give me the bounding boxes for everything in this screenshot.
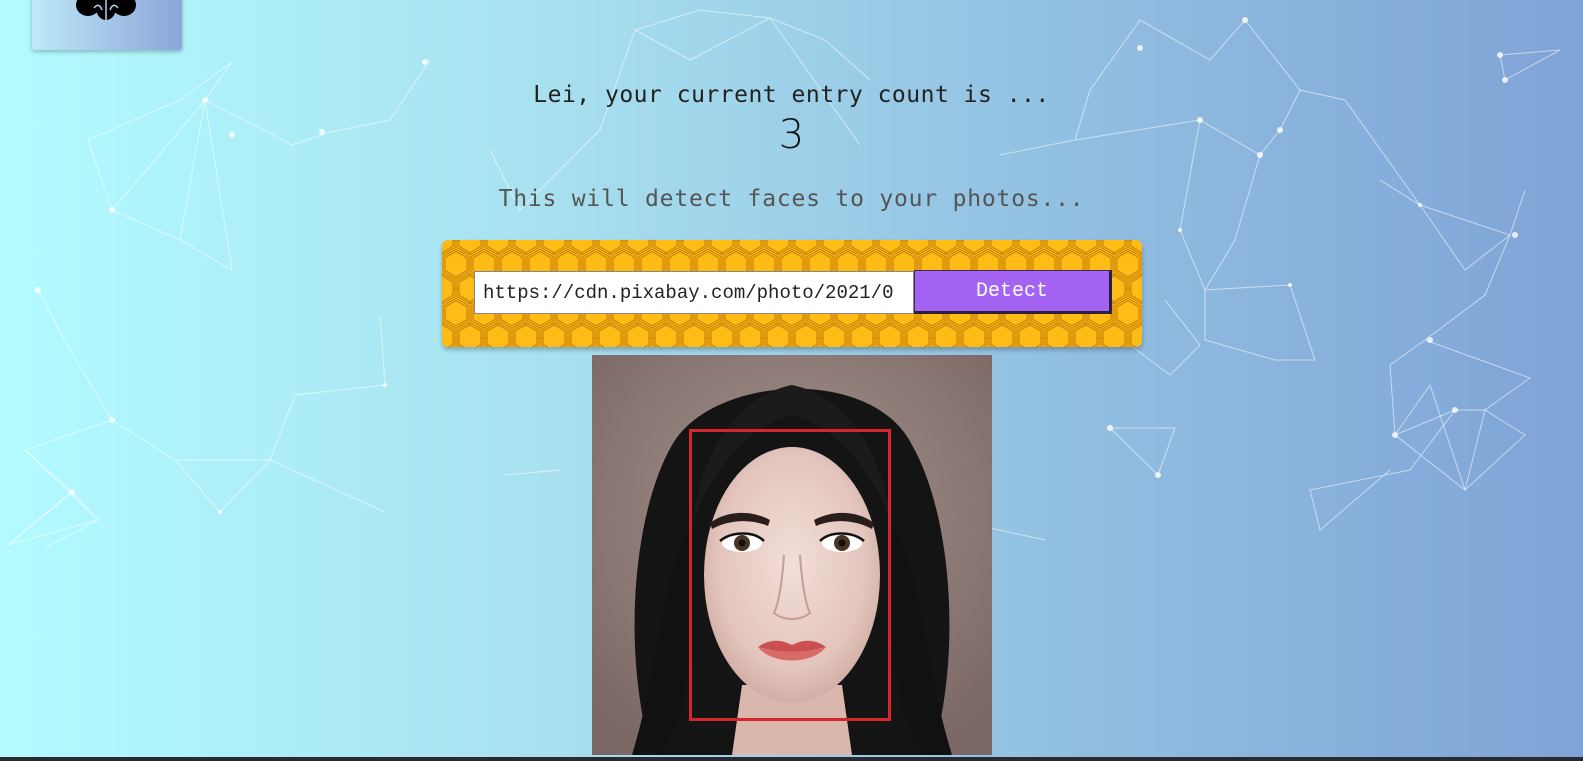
detection-description: This will detect faces to your photos... (498, 186, 1085, 212)
detect-button[interactable]: Detect (914, 270, 1112, 314)
brain-icon (76, 0, 136, 20)
face-bounding-box (689, 429, 891, 721)
image-url-input[interactable] (474, 271, 914, 314)
image-link-form: Detect (442, 240, 1142, 347)
entry-count-value: 3 (778, 112, 805, 158)
page-bottom-edge (0, 757, 1583, 761)
logo-card[interactable] (32, 0, 182, 50)
entry-count-message: Lei, your current entry count is ... (533, 82, 1050, 108)
